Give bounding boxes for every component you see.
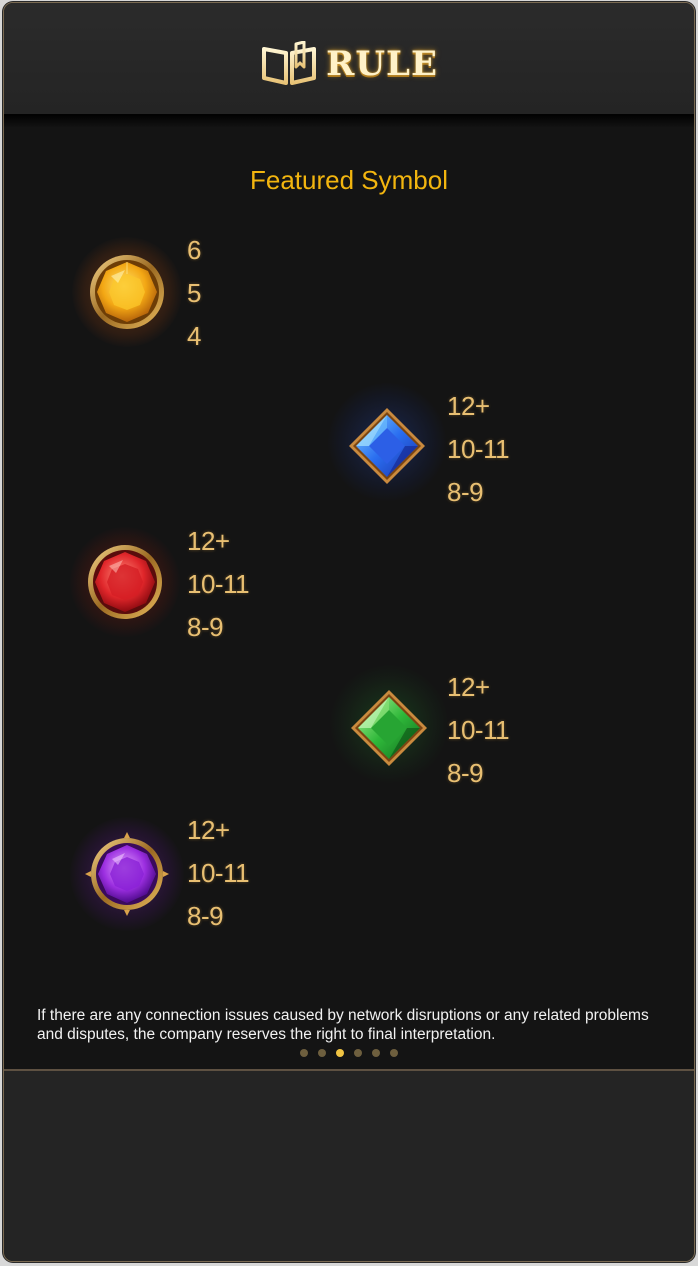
- payout-line: 12+: [447, 391, 490, 421]
- footer-panel: [4, 1069, 694, 1261]
- page-dot[interactable]: [354, 1049, 362, 1057]
- payout-line: 10-11: [187, 858, 250, 888]
- payout-line: 10-11: [187, 569, 250, 599]
- payout-line: 6: [187, 235, 201, 265]
- header-title: RULE: [326, 44, 438, 84]
- payout-line: 4: [187, 321, 201, 351]
- payout-line: 8-9: [447, 477, 484, 507]
- purple-gem-payouts: 12+ 10-11 8-9: [187, 809, 250, 938]
- green-gem-icon: [347, 686, 431, 770]
- payout-line: 12+: [187, 815, 230, 845]
- page-indicator[interactable]: [4, 1049, 694, 1061]
- page-dot[interactable]: [300, 1049, 308, 1057]
- header-title-group: RULE: [4, 39, 694, 89]
- payout-line: 5: [187, 278, 201, 308]
- yellow-gem-icon: [85, 250, 169, 334]
- section-title: Featured Symbol: [250, 165, 448, 195]
- payout-line: 8-9: [187, 901, 224, 931]
- page-dot[interactable]: [372, 1049, 380, 1057]
- payout-line: 12+: [187, 526, 230, 556]
- header-shadow: [4, 114, 694, 128]
- rules-header: RULE: [4, 3, 694, 115]
- blue-gem-icon: [345, 404, 429, 488]
- payout-line: 12+: [447, 672, 490, 702]
- blue-gem-payouts: 12+ 10-11 8-9: [447, 385, 510, 514]
- red-gem-payouts: 12+ 10-11 8-9: [187, 520, 250, 649]
- yellow-gem-payouts: 6 5 4: [187, 229, 201, 358]
- payout-line: 10-11: [447, 434, 510, 464]
- green-gem-payouts: 12+ 10-11 8-9: [447, 666, 510, 795]
- rules-panel: RULE Featured Symbol 6 5 4 12+ 10-11 8-9…: [3, 2, 695, 1262]
- payout-line: 8-9: [187, 612, 224, 642]
- disclaimer-text: If there are any connection issues cause…: [37, 1007, 649, 1043]
- payout-line: 10-11: [447, 715, 510, 745]
- open-book-icon: [262, 41, 317, 85]
- purple-gem-icon: [85, 832, 169, 916]
- payout-line: 8-9: [447, 758, 484, 788]
- page-dot[interactable]: [318, 1049, 326, 1057]
- page-dot[interactable]: [390, 1049, 398, 1057]
- red-gem-icon: [83, 540, 167, 624]
- page-dot-active[interactable]: [336, 1049, 344, 1057]
